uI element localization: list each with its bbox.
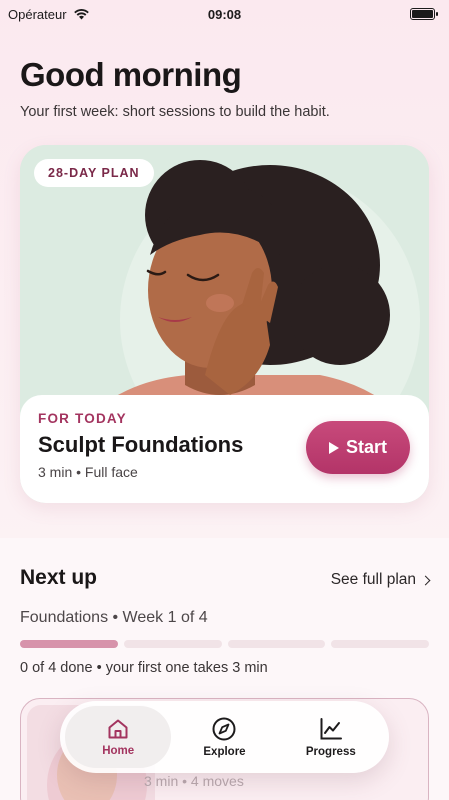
- page-title: Good morning: [20, 56, 242, 93]
- progress-summary: 0 of 4 done • your first one takes 3 min: [20, 660, 268, 676]
- week-label: Foundations • Week 1 of 4: [20, 609, 208, 626]
- bottom-tab-bar: Home Explore Progress: [60, 701, 389, 773]
- greeting: Good morning Your first week: short sess…: [20, 56, 330, 120]
- carrier-label: Opérateur: [8, 6, 67, 22]
- progress-segment: [123, 640, 222, 648]
- wifi-icon: [73, 9, 89, 20]
- chevron-right-icon: [420, 575, 431, 586]
- plan-badge: 28-DAY PLAN: [34, 159, 154, 187]
- progress-segment: [227, 640, 326, 648]
- next-up-heading: Next up: [20, 566, 98, 589]
- tab-home[interactable]: Home: [65, 706, 172, 768]
- plan-progress-bar: [20, 640, 429, 648]
- compass-icon: [212, 717, 236, 741]
- start-label: Start: [345, 437, 387, 457]
- today-session-card[interactable]: 28-DAY PLAN FOR TODAY Sculpt Foundations…: [20, 145, 429, 503]
- start-button[interactable]: Start: [306, 421, 410, 474]
- chart-icon: [320, 718, 342, 740]
- page-subtitle: Your first week: short sessions to build…: [20, 104, 330, 120]
- tab-home-label: Home: [102, 745, 135, 757]
- tab-explore-label: Explore: [203, 746, 246, 758]
- tab-explore[interactable]: Explore: [171, 706, 277, 768]
- status-bar: Opérateur 09:08: [0, 0, 449, 28]
- next-session-meta: 3 min • 4 moves: [144, 773, 244, 789]
- status-left: Opérateur: [8, 7, 90, 22]
- see-full-plan-link[interactable]: See full plan: [330, 571, 431, 589]
- progress-segment: [20, 640, 118, 648]
- see-full-plan-label: See full plan: [330, 571, 416, 588]
- tab-progress-label: Progress: [305, 746, 356, 758]
- progress-segment: [331, 640, 429, 648]
- battery-icon: [410, 8, 438, 20]
- hero-panel: FOR TODAY Sculpt Foundations 3 min • Ful…: [20, 395, 429, 503]
- play-icon: [328, 441, 339, 454]
- home-icon: [108, 719, 128, 739]
- tab-progress[interactable]: Progress: [278, 706, 384, 768]
